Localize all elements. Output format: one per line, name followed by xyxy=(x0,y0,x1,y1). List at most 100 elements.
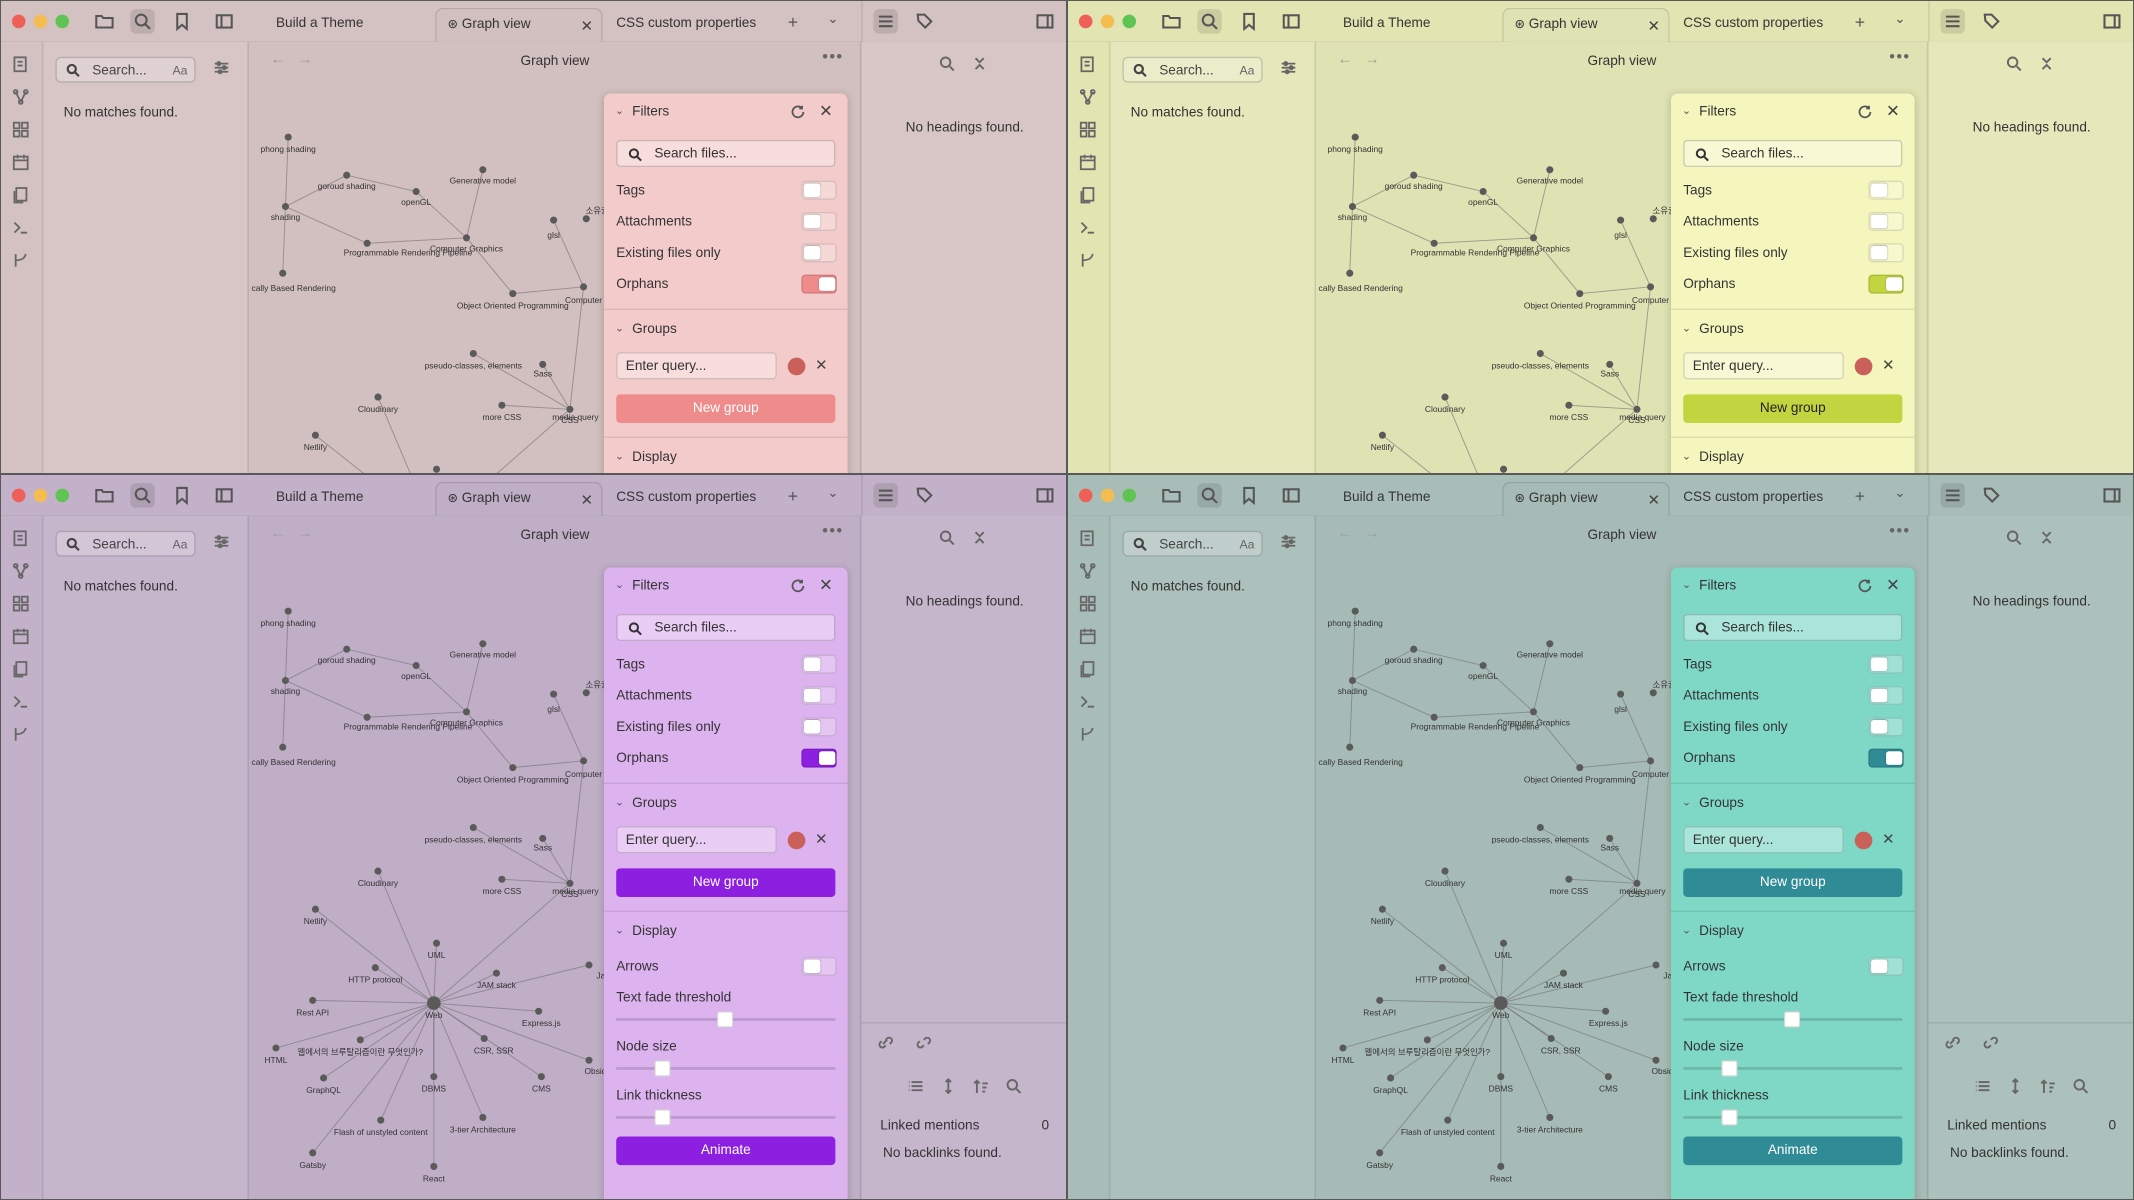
text-fade-slider[interactable] xyxy=(616,1011,836,1028)
graph-node[interactable] xyxy=(1565,401,1573,409)
close-tab-icon[interactable]: ✕ xyxy=(581,17,594,35)
tab-list-chevron-icon[interactable]: ⌄ xyxy=(827,12,838,27)
terminal-icon[interactable] xyxy=(12,693,31,712)
minimize-window-button[interactable] xyxy=(33,488,48,503)
restore-default-settings-icon[interactable] xyxy=(1857,104,1872,119)
graph-node[interactable] xyxy=(1500,465,1508,473)
graph-node[interactable] xyxy=(1547,1034,1555,1043)
tags-toggle[interactable] xyxy=(801,180,837,200)
animate-button[interactable]: Animate xyxy=(1683,1136,1903,1166)
linked-mentions-label[interactable]: Linked mentions xyxy=(1947,1119,2046,1134)
graph-node[interactable] xyxy=(1617,690,1625,698)
graph-view-icon[interactable] xyxy=(1079,88,1098,107)
templates-icon[interactable] xyxy=(12,186,31,205)
new-tab-icon[interactable]: + xyxy=(788,12,798,32)
open-quick-switcher-icon[interactable] xyxy=(12,529,31,548)
graph-node[interactable] xyxy=(509,764,517,772)
graph-node[interactable] xyxy=(1346,743,1354,751)
link-thickness-slider[interactable] xyxy=(616,1109,836,1126)
calendar-icon[interactable] xyxy=(1079,153,1098,172)
graph-node[interactable] xyxy=(1348,202,1357,211)
folder-icon[interactable] xyxy=(1159,483,1183,507)
groups-header[interactable]: ⌄ Groups xyxy=(615,322,677,337)
outline-list-icon[interactable] xyxy=(873,9,898,34)
open-quick-switcher-icon[interactable] xyxy=(1079,529,1098,548)
bookmark-icon[interactable] xyxy=(1237,483,1261,507)
display-header[interactable]: ⌄ Display xyxy=(1682,450,1744,465)
group-query-input[interactable]: Enter query... xyxy=(1683,352,1844,380)
graph-node[interactable] xyxy=(343,645,351,653)
slider-thumb[interactable] xyxy=(654,1060,671,1077)
graph-node[interactable] xyxy=(582,215,590,223)
graph-node[interactable] xyxy=(281,676,290,685)
graph-node[interactable] xyxy=(433,465,441,473)
minimize-window-button[interactable] xyxy=(33,14,48,29)
graph-node[interactable] xyxy=(492,969,500,977)
graph-node[interactable] xyxy=(343,171,351,179)
linked-mentions-icon[interactable] xyxy=(878,1034,894,1050)
orphans-toggle[interactable] xyxy=(1868,748,1904,768)
templates-icon[interactable] xyxy=(1079,660,1098,679)
tab-css-custom-properties[interactable]: CSS custom properties xyxy=(1672,482,1842,516)
graph-node[interactable] xyxy=(320,1074,328,1082)
git-branch-icon[interactable] xyxy=(1079,725,1098,744)
attachments-toggle[interactable] xyxy=(1868,685,1904,706)
graph-node[interactable] xyxy=(309,996,317,1004)
collapse-all-icon[interactable] xyxy=(2038,55,2054,71)
graph-node[interactable] xyxy=(1647,757,1655,765)
unlinked-mentions-icon[interactable] xyxy=(916,1034,932,1050)
search-settings-icon[interactable] xyxy=(213,60,229,76)
graph-node[interactable] xyxy=(272,1044,280,1052)
graph-view-icon[interactable] xyxy=(1079,562,1098,581)
graph-node[interactable] xyxy=(279,743,287,751)
graph-node[interactable] xyxy=(356,1036,364,1044)
graph-node[interactable] xyxy=(363,713,371,721)
close-window-button[interactable] xyxy=(1078,14,1093,29)
list-icon[interactable] xyxy=(907,1078,923,1094)
sidebar-toggle-icon[interactable] xyxy=(1279,9,1303,33)
tab-css-custom-properties[interactable]: CSS custom properties xyxy=(1672,8,1842,42)
filters-header[interactable]: ⌄ Filters xyxy=(1682,104,1736,119)
graph-node[interactable] xyxy=(479,640,487,648)
search-icon[interactable] xyxy=(1197,483,1222,508)
close-filters-icon[interactable]: ✕ xyxy=(819,102,833,121)
calendar-icon[interactable] xyxy=(12,153,31,172)
tab-build-a-theme[interactable]: Build a Theme xyxy=(265,8,426,42)
graph-node[interactable] xyxy=(1387,1074,1395,1082)
search-icon[interactable] xyxy=(2006,55,2022,72)
graph-node[interactable] xyxy=(279,269,287,277)
graph-node[interactable] xyxy=(1348,676,1357,685)
calendar-icon[interactable] xyxy=(1079,627,1098,646)
minimize-window-button[interactable] xyxy=(1100,488,1115,503)
list-icon[interactable] xyxy=(1974,1078,1990,1094)
templates-icon[interactable] xyxy=(1079,186,1098,205)
display-header[interactable]: ⌄ Display xyxy=(615,450,677,465)
tags-icon[interactable] xyxy=(1980,9,2004,33)
graph-node[interactable] xyxy=(1500,939,1508,947)
graph-node[interactable] xyxy=(539,834,547,842)
sort-icon[interactable] xyxy=(2040,1078,2056,1094)
graph-node[interactable] xyxy=(374,867,382,875)
slider-thumb[interactable] xyxy=(1721,1060,1738,1077)
canvas-icon[interactable] xyxy=(12,595,31,614)
git-branch-icon[interactable] xyxy=(12,251,31,270)
graph-node[interactable] xyxy=(412,188,420,196)
search-icon[interactable] xyxy=(1005,1078,1022,1094)
close-tab-icon[interactable]: ✕ xyxy=(1648,17,1661,35)
graph-node[interactable] xyxy=(498,875,506,883)
tags-icon[interactable] xyxy=(1980,483,2004,507)
new-tab-icon[interactable]: + xyxy=(1855,12,1865,32)
graph-node[interactable] xyxy=(1423,1036,1431,1044)
linked-mentions-icon[interactable] xyxy=(1945,1034,1961,1050)
graph-node[interactable] xyxy=(1536,823,1544,832)
canvas-icon[interactable] xyxy=(12,121,31,140)
graph-node[interactable] xyxy=(427,996,441,1010)
collapse-all-icon[interactable] xyxy=(2038,529,2054,545)
close-window-button[interactable] xyxy=(11,488,26,503)
graph-node[interactable] xyxy=(479,1113,487,1121)
graph-node[interactable] xyxy=(1351,133,1359,141)
graph-node[interactable] xyxy=(1430,713,1438,721)
terminal-icon[interactable] xyxy=(12,219,31,238)
more-options-icon[interactable]: ••• xyxy=(822,521,843,540)
restore-default-settings-icon[interactable] xyxy=(790,578,805,593)
